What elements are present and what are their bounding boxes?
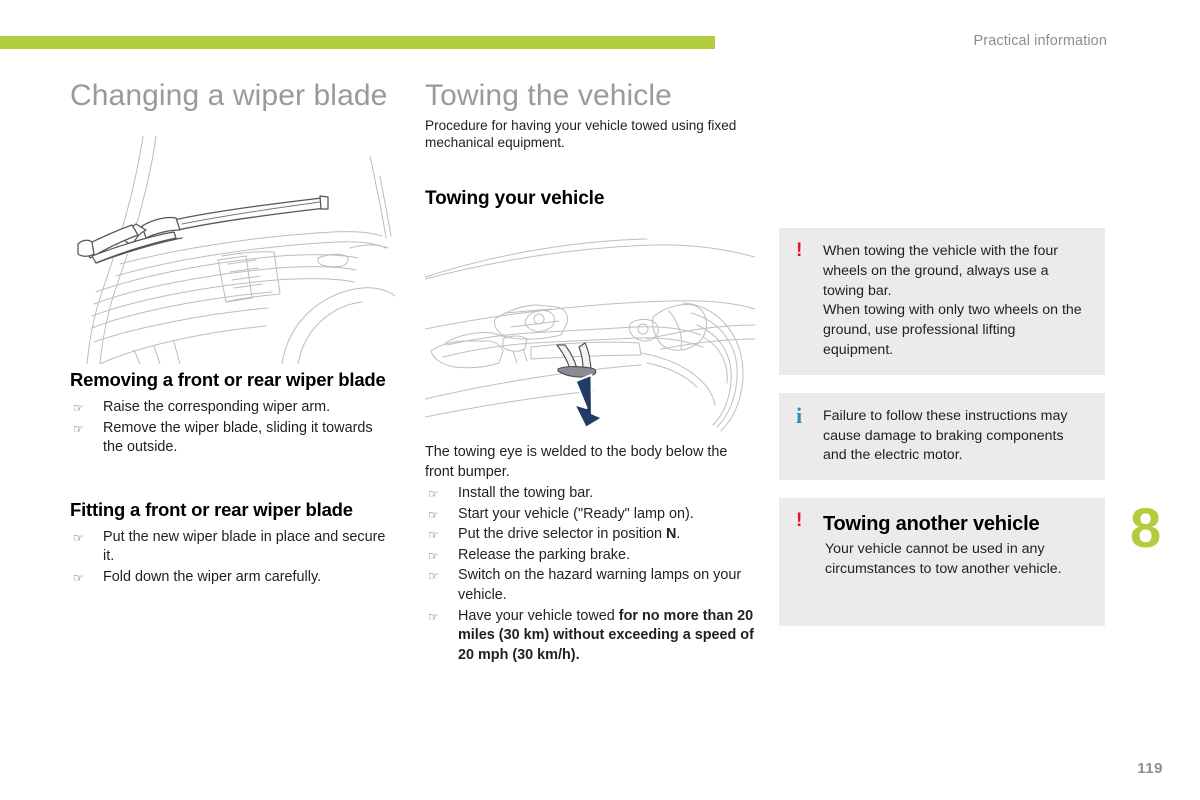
- intro-text: Procedure for having your vehicle towed …: [425, 118, 737, 150]
- step-text: Release the parking brake.: [458, 546, 630, 563]
- list-item: ☞ Have your vehicle towed for no more tha…: [425, 607, 755, 666]
- list-item: ☞ Raise the corresponding wiper arm.: [70, 398, 395, 418]
- step-text: Put the drive selector in position: [458, 526, 666, 543]
- step-text: Start your vehicle ("Ready" lamp on).: [458, 505, 694, 522]
- pointing-hand-icon: ☞: [73, 421, 84, 436]
- pointing-hand-icon: ☞: [73, 530, 84, 545]
- steps-removing-wiper-blade: ☞ Raise the corresponding wiper arm. ☞ Rem…: [70, 398, 395, 458]
- step-text: Install the towing bar.: [458, 485, 594, 501]
- list-item: ☞ Put the drive selector in position N.: [425, 525, 755, 545]
- step-text: Remove the wiper blade, sliding it towar…: [103, 419, 373, 456]
- warning-exclamation-icon: !: [796, 240, 803, 261]
- information-icon: i: [796, 402, 803, 428]
- chapter-tab-number: 8: [1130, 496, 1161, 559]
- notice-body: Failure to follow these instructions may…: [823, 407, 1068, 464]
- step-suffix: .: [676, 526, 681, 543]
- pointing-hand-icon: ☞: [428, 569, 439, 584]
- list-item: ☞ Switch on the hazard warning lamps on y…: [425, 566, 755, 605]
- left-column: Changing a wiper blade Removing a front …: [70, 78, 396, 589]
- step-emphasis: N: [665, 526, 677, 543]
- notice-tow-another-vehicle: ! Towing another vehicle Your vehicle ca…: [779, 498, 1105, 626]
- pointing-hand-icon: ☞: [73, 401, 84, 415]
- list-item: ☞ Put the new wiper blade in place and se…: [70, 528, 395, 567]
- page-title-left: Changing a wiper blade: [70, 79, 388, 112]
- page-title-middle: Towing the vehicle: [425, 79, 672, 112]
- notice-body: Your vehicle cannot be used in any circu…: [825, 541, 1062, 577]
- notice-towing-warning: ! When towing the vehicle with the four …: [779, 228, 1105, 375]
- steps-fitting-wiper-blade: ☞ Put the new wiper blade in place and se…: [70, 528, 395, 588]
- pointing-hand-icon: ☞: [428, 487, 439, 501]
- pointing-hand-icon: ☞: [428, 609, 439, 624]
- list-item: ☞ Install the towing bar.: [425, 484, 755, 504]
- notice-body: When towing the vehicle with the four wh…: [823, 243, 1082, 358]
- step-text: Have your vehicle towed: [458, 607, 619, 624]
- pointing-hand-icon: ☞: [73, 570, 84, 585]
- pointing-hand-icon: ☞: [428, 548, 439, 563]
- figure-towing-eye: [424, 231, 756, 439]
- running-header-section: Practical information: [973, 33, 1107, 49]
- sub-heading-towing-your-vehicle: Towing your vehicle: [425, 188, 605, 209]
- list-item: ☞ Fold down the wiper arm carefully.: [70, 568, 395, 588]
- step-text: Switch on the hazard warning lamps on yo…: [458, 567, 742, 603]
- section-removing-wiper-blade: Removing a front or rear wiper blade ☞ Ra…: [70, 368, 395, 458]
- section-heading-removing: Removing a front or rear wiper blade: [70, 369, 386, 390]
- notice-heading: Towing another vehicle: [823, 513, 1040, 536]
- step-suffix: .: [575, 646, 580, 663]
- page-number: 119: [1137, 760, 1163, 777]
- pointer-arrow-icon: [573, 373, 604, 429]
- towing-eye-paragraph: The towing eye is welded to the body bel…: [425, 444, 728, 480]
- middle-column: Towing the vehicle Procedure for having …: [424, 78, 756, 666]
- towing-eye-illustration: [424, 238, 756, 432]
- pointing-hand-icon: ☞: [428, 528, 439, 543]
- pointing-hand-icon: ☞: [428, 507, 439, 522]
- list-item: ☞ Remove the wiper blade, sliding it towa…: [70, 419, 395, 458]
- section-fitting-wiper-blade: Fitting a front or rear wiper blade ☞ Put…: [70, 498, 395, 588]
- step-text: Put the new wiper blade in place and sec…: [103, 528, 386, 565]
- right-column-notices: ! When towing the vehicle with the four …: [779, 228, 1105, 644]
- figure-wiper-arm: [70, 135, 396, 365]
- steps-towing-vehicle: ☞ Install the towing bar. ☞ Start your veh…: [425, 484, 755, 665]
- step-text: Raise the corresponding wiper arm.: [103, 399, 331, 415]
- warning-exclamation-icon: !: [796, 510, 803, 532]
- step-text: Fold down the wiper arm carefully.: [103, 568, 322, 585]
- notice-braking-info: i Failure to follow these instructions m…: [779, 392, 1105, 481]
- list-item: ☞ Start your vehicle ("Ready" lamp on).: [425, 505, 755, 525]
- header-accent-bar: [0, 36, 715, 49]
- section-heading-fitting: Fitting a front or rear wiper blade: [70, 498, 353, 520]
- list-item: ☞ Release the parking brake.: [425, 546, 755, 566]
- wiper-arm-illustration: [77, 135, 396, 365]
